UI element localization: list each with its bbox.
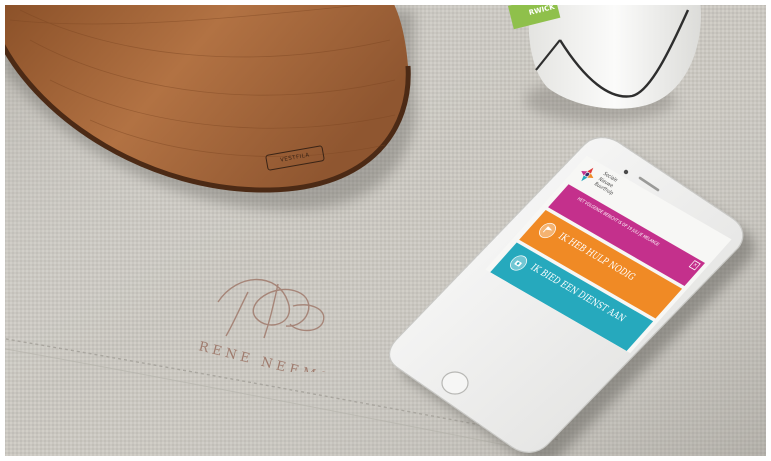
photo-scene: VESTFILA RWICK RENE NEEMS Sociale Nieuwe… <box>0 0 771 461</box>
home-button <box>441 371 469 395</box>
close-icon[interactable]: × <box>688 260 701 271</box>
embroidery-text: RENE NEEMS <box>197 339 333 372</box>
embroidered-monogram: RENE NEEMS <box>197 278 333 372</box>
front-camera <box>623 169 629 175</box>
